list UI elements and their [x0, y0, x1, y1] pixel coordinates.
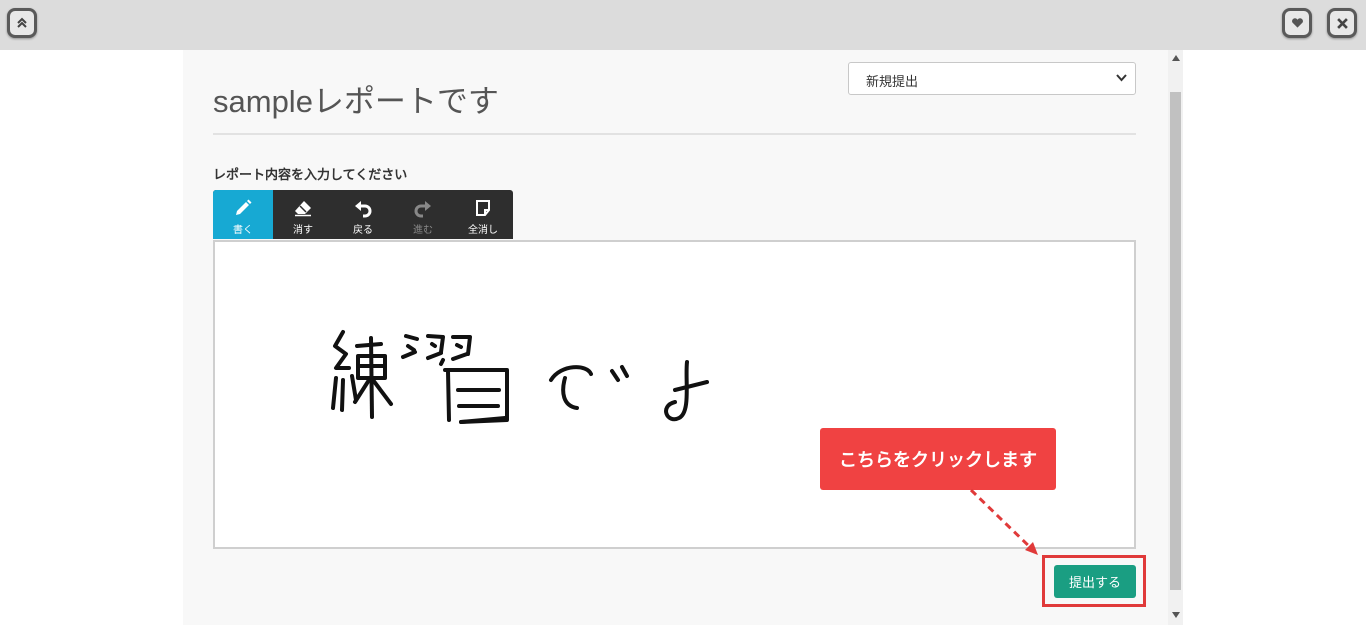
tool-erase[interactable]: 消す: [273, 190, 333, 239]
chevron-down-icon: [1116, 72, 1127, 85]
scroll-up-icon[interactable]: [1168, 54, 1183, 66]
double-chevron-up-icon[interactable]: [7, 8, 37, 38]
submission-type-value: 新規提出: [866, 75, 919, 90]
tool-undo[interactable]: 戻る: [333, 190, 393, 239]
tool-erase-label: 消す: [293, 225, 313, 236]
heart-icon[interactable]: [1282, 8, 1312, 38]
submit-button[interactable]: 提出する: [1054, 565, 1136, 598]
undo-icon: [355, 201, 372, 218]
vertical-scrollbar[interactable]: [1168, 50, 1183, 625]
drawing-toolbar: 書く 消す 戻る 進む 全消し: [213, 190, 513, 239]
close-icon[interactable]: [1327, 8, 1357, 38]
tool-redo-label: 進む: [413, 225, 433, 236]
tool-redo[interactable]: 進む: [393, 190, 453, 239]
top-bar: [0, 0, 1366, 50]
instruction-callout: こちらをクリックします: [820, 428, 1056, 490]
submission-type-select[interactable]: 新規提出: [848, 62, 1136, 95]
redo-icon: [414, 201, 431, 218]
tool-clear-all-label: 全消し: [468, 225, 498, 236]
page-title: sampleレポートです: [213, 84, 499, 119]
tool-write-label: 書く: [233, 225, 253, 236]
eraser-icon: [295, 201, 311, 217]
callout-arrow: [969, 488, 1038, 555]
content-label: レポート内容を入力してください: [213, 168, 408, 183]
scrollbar-thumb[interactable]: [1170, 92, 1181, 590]
clear-page-icon: [476, 200, 490, 216]
report-panel: sampleレポートです 新規提出 レポート内容を入力してください 書く 消す …: [183, 50, 1168, 625]
tool-write[interactable]: 書く: [213, 190, 273, 239]
pencil-icon: [236, 199, 252, 215]
tool-undo-label: 戻る: [353, 225, 373, 236]
tool-clear-all[interactable]: 全消し: [453, 190, 513, 239]
title-divider: [213, 133, 1136, 135]
scroll-down-icon[interactable]: [1168, 611, 1183, 623]
